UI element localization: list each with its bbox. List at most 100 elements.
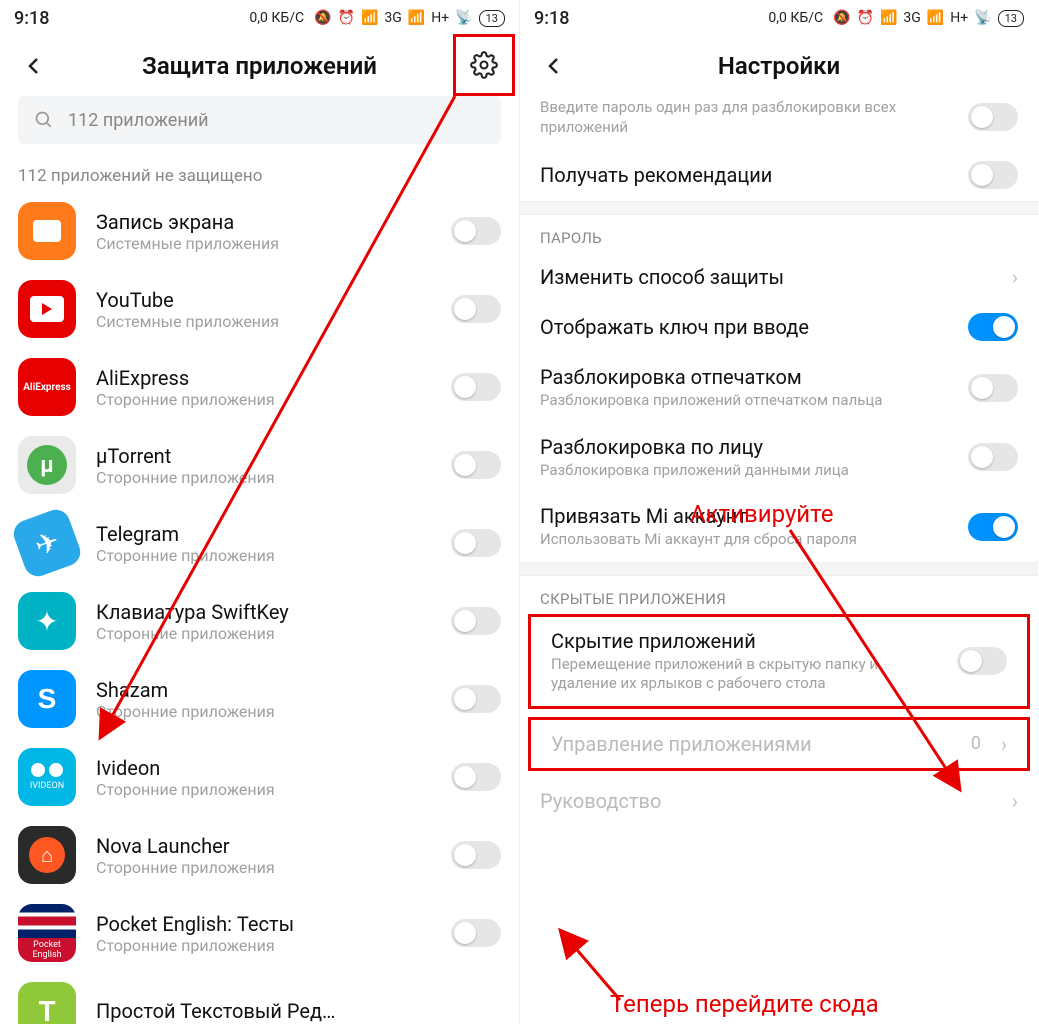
app-icon bbox=[18, 202, 76, 260]
toggle-show-key[interactable] bbox=[968, 313, 1018, 341]
toggle-mi-account[interactable] bbox=[968, 513, 1018, 541]
left-phone: 9:18 0,0 КБ/С 🔕 ⏰ 📶 3G 📶 H+ 📡 13 Защита … bbox=[0, 0, 519, 1024]
app-row[interactable]: T Простой Текстовый Ред… bbox=[0, 972, 519, 1024]
app-list[interactable]: Запись экранаСистемные приложения YouTube… bbox=[0, 192, 519, 1024]
toggle-recommendations[interactable] bbox=[968, 161, 1018, 189]
app-icon: S bbox=[18, 670, 76, 728]
app-row[interactable]: ✈ TelegramСторонние приложения bbox=[0, 504, 519, 582]
setting-fingerprint[interactable]: Разблокировка отпечатком Разблокировка п… bbox=[520, 353, 1038, 423]
divider bbox=[520, 562, 1038, 576]
app-category: Сторонние приложения bbox=[96, 546, 431, 565]
app-row[interactable]: ✦ Клавиатура SwiftKeyСторонние приложения bbox=[0, 582, 519, 660]
dnd-icon: 🔕 bbox=[314, 10, 331, 26]
app-icon: T bbox=[18, 982, 76, 1024]
app-row[interactable]: AliExpress AliExpressСторонние приложения bbox=[0, 348, 519, 426]
setting-recommendations[interactable]: Получать рекомендации bbox=[520, 149, 1038, 201]
app-category: Сторонние приложения bbox=[96, 702, 431, 721]
alarm-icon: ⏰ bbox=[338, 10, 355, 26]
page-title: Защита приложений bbox=[54, 52, 465, 80]
search-input[interactable]: 112 приложений bbox=[18, 96, 501, 144]
section-label-hidden-apps: СКРЫТЫЕ ПРИЛОЖЕНИЯ bbox=[520, 576, 1038, 614]
app-icon: ✦ bbox=[18, 592, 76, 650]
app-row[interactable]: S ShazamСторонние приложения bbox=[0, 660, 519, 738]
app-row[interactable]: YouTubeСистемные приложения bbox=[0, 270, 519, 348]
page-title: Настройки bbox=[574, 52, 984, 80]
chevron-right-icon: › bbox=[1012, 789, 1018, 813]
alarm-icon: ⏰ bbox=[857, 10, 874, 26]
search-icon bbox=[34, 110, 54, 130]
app-lock-toggle[interactable] bbox=[451, 451, 501, 479]
setting-mi-account[interactable]: Привязать Mi аккаунт Использовать Mi акк… bbox=[520, 492, 1038, 562]
signal-icon-2: 📶 bbox=[408, 10, 425, 26]
app-text: Запись экранаСистемные приложения bbox=[96, 210, 431, 253]
app-text: AliExpressСторонние приложения bbox=[96, 366, 431, 409]
setting-face-unlock[interactable]: Разблокировка по лицу Разблокировка прил… bbox=[520, 423, 1038, 493]
app-icon: Pocket English bbox=[18, 904, 76, 962]
app-text: µTorrentСторонние приложения bbox=[96, 444, 431, 487]
signal-icon: 📶 bbox=[880, 10, 897, 26]
app-name: Клавиатура SwiftKey bbox=[96, 600, 431, 624]
app-lock-toggle[interactable] bbox=[451, 607, 501, 635]
status-icons: 0,0 КБ/С 🔕 ⏰ 📶 3G 📶 H+ 📡 13 bbox=[249, 10, 505, 27]
app-row[interactable]: ⌂ Nova LauncherСторонние приложения bbox=[0, 816, 519, 894]
status-time: 9:18 bbox=[14, 8, 49, 29]
app-category: Сторонние приложения bbox=[96, 780, 431, 799]
title-bar: Защита приложений bbox=[0, 36, 519, 96]
app-category: Системные приложения bbox=[96, 234, 431, 253]
setting-hide-apps[interactable]: Скрытие приложений Перемещение приложени… bbox=[531, 617, 1027, 706]
app-row[interactable]: IVIDEONIvideonСторонние приложения bbox=[0, 738, 519, 816]
app-lock-toggle[interactable] bbox=[451, 685, 501, 713]
app-row[interactable]: µ µTorrentСторонние приложения bbox=[0, 426, 519, 504]
setting-change-method[interactable]: Изменить способ защиты › bbox=[520, 253, 1038, 301]
app-category: Сторонние приложения bbox=[96, 936, 431, 955]
status-icons: 0,0 КБ/С 🔕 ⏰ 📶 3G 📶 H+ 📡 13 bbox=[768, 10, 1024, 27]
app-lock-toggle[interactable] bbox=[451, 217, 501, 245]
gear-highlight-box bbox=[453, 34, 515, 96]
setting-show-key[interactable]: Отображать ключ при вводе bbox=[520, 301, 1038, 353]
app-category: Сторонние приложения bbox=[96, 858, 431, 877]
app-name: µTorrent bbox=[96, 444, 431, 468]
app-icon bbox=[18, 280, 76, 338]
app-name: Shazam bbox=[96, 678, 431, 702]
app-icon: ✈ bbox=[10, 506, 84, 580]
gear-icon[interactable] bbox=[470, 51, 498, 79]
toggle-group-unlock[interactable] bbox=[968, 103, 1018, 131]
app-icon: IVIDEON bbox=[18, 748, 76, 806]
back-button[interactable] bbox=[14, 46, 54, 86]
app-name: Telegram bbox=[96, 522, 431, 546]
chevron-left-icon bbox=[22, 54, 46, 78]
app-text: Pocket English: ТестыСторонние приложени… bbox=[96, 912, 431, 955]
app-icon: µ bbox=[18, 436, 76, 494]
app-lock-toggle[interactable] bbox=[451, 841, 501, 869]
app-text: Простой Текстовый Ред… bbox=[96, 999, 501, 1023]
list-subhead: 112 приложений не защищено bbox=[0, 156, 519, 192]
app-category: Сторонние приложения bbox=[96, 624, 431, 643]
app-lock-toggle[interactable] bbox=[451, 373, 501, 401]
title-bar: Настройки bbox=[520, 36, 1038, 96]
divider bbox=[520, 201, 1038, 215]
app-icon: AliExpress bbox=[18, 358, 76, 416]
app-icon: ⌂ bbox=[18, 826, 76, 884]
status-time: 9:18 bbox=[534, 8, 569, 29]
app-row[interactable]: Pocket English Pocket English: ТестыСторо… bbox=[0, 894, 519, 972]
app-lock-toggle[interactable] bbox=[451, 295, 501, 323]
chevron-right-icon: › bbox=[1012, 265, 1018, 289]
wifi-icon: 📡 bbox=[455, 10, 472, 26]
setting-guide[interactable]: Руководство › bbox=[520, 771, 1038, 825]
app-text: ShazamСторонние приложения bbox=[96, 678, 431, 721]
setting-group-unlock[interactable]: Введите пароль один раз для разблокировк… bbox=[520, 96, 1038, 149]
app-lock-toggle[interactable] bbox=[451, 529, 501, 557]
back-button[interactable] bbox=[534, 46, 574, 86]
app-row[interactable]: Запись экранаСистемные приложения bbox=[0, 192, 519, 270]
toggle-fingerprint[interactable] bbox=[968, 374, 1018, 402]
section-label-password: ПАРОЛЬ bbox=[520, 215, 1038, 253]
app-name: Nova Launcher bbox=[96, 834, 431, 858]
hide-apps-highlight-box: Скрытие приложений Перемещение приложени… bbox=[528, 614, 1030, 709]
toggle-hide-apps[interactable] bbox=[957, 647, 1007, 675]
signal-icon-2: 📶 bbox=[927, 10, 944, 26]
app-lock-toggle[interactable] bbox=[451, 919, 501, 947]
setting-manage-apps[interactable]: Управление приложениями 0 › bbox=[531, 720, 1027, 768]
app-lock-toggle[interactable] bbox=[451, 763, 501, 791]
toggle-face[interactable] bbox=[968, 443, 1018, 471]
right-phone: 9:18 0,0 КБ/С 🔕 ⏰ 📶 3G 📶 H+ 📡 13 Настрой… bbox=[519, 0, 1038, 1024]
